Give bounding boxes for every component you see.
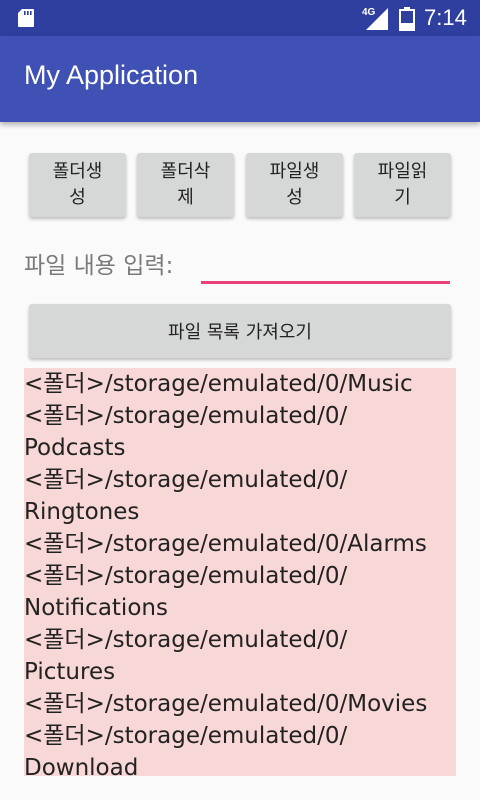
list-item: Pictures	[24, 659, 116, 685]
delete-folder-button[interactable]: 폴더삭제	[137, 153, 234, 217]
sd-card-icon	[18, 9, 34, 27]
delete-folder-label: 폴더삭제	[160, 161, 211, 208]
create-file-label: 파일생성	[269, 161, 320, 208]
list-item: <폴더>/storage/emulated/0/Movies	[24, 691, 428, 717]
app-bar: My Application	[0, 36, 480, 122]
list-item: <폴더>/storage/emulated/0/	[24, 467, 348, 493]
battery-icon	[399, 7, 415, 31]
file-content-label: 파일 내용 입력:	[24, 253, 174, 279]
list-item: <폴더>/storage/emulated/0/Alarms	[24, 531, 427, 557]
read-file-label: 파일읽기	[377, 161, 428, 208]
list-item: <폴더>/storage/emulated/0/	[24, 723, 348, 749]
list-item: Notifications	[24, 595, 168, 621]
status-bar: 4G 7:14	[0, 0, 480, 36]
get-file-list-button[interactable]: 파일 목록 가져오기	[29, 304, 451, 358]
list-item: Download	[24, 755, 139, 776]
signal-icon	[366, 8, 388, 30]
list-item: <폴더>/storage/emulated/0/Music	[24, 371, 413, 397]
app-title: My Application	[24, 60, 199, 90]
list-item: Ringtones	[24, 499, 140, 525]
get-file-list-label: 파일 목록 가져오기	[168, 322, 312, 343]
create-file-button[interactable]: 파일생성	[246, 153, 343, 217]
create-folder-label: 폴더생성	[52, 161, 103, 208]
read-file-button[interactable]: 파일읽기	[354, 153, 451, 217]
list-item: <폴더>/storage/emulated/0/	[24, 563, 348, 589]
file-content-input[interactable]	[201, 244, 450, 284]
list-item: <폴더>/storage/emulated/0/	[24, 627, 348, 653]
file-list[interactable]: <폴더>/storage/emulated/0/Music <폴더>/stora…	[24, 368, 456, 776]
list-item: <폴더>/storage/emulated/0/	[24, 403, 348, 429]
create-folder-button[interactable]: 폴더생성	[29, 153, 126, 217]
clock: 7:14	[424, 5, 467, 30]
list-item: Podcasts	[24, 435, 126, 461]
